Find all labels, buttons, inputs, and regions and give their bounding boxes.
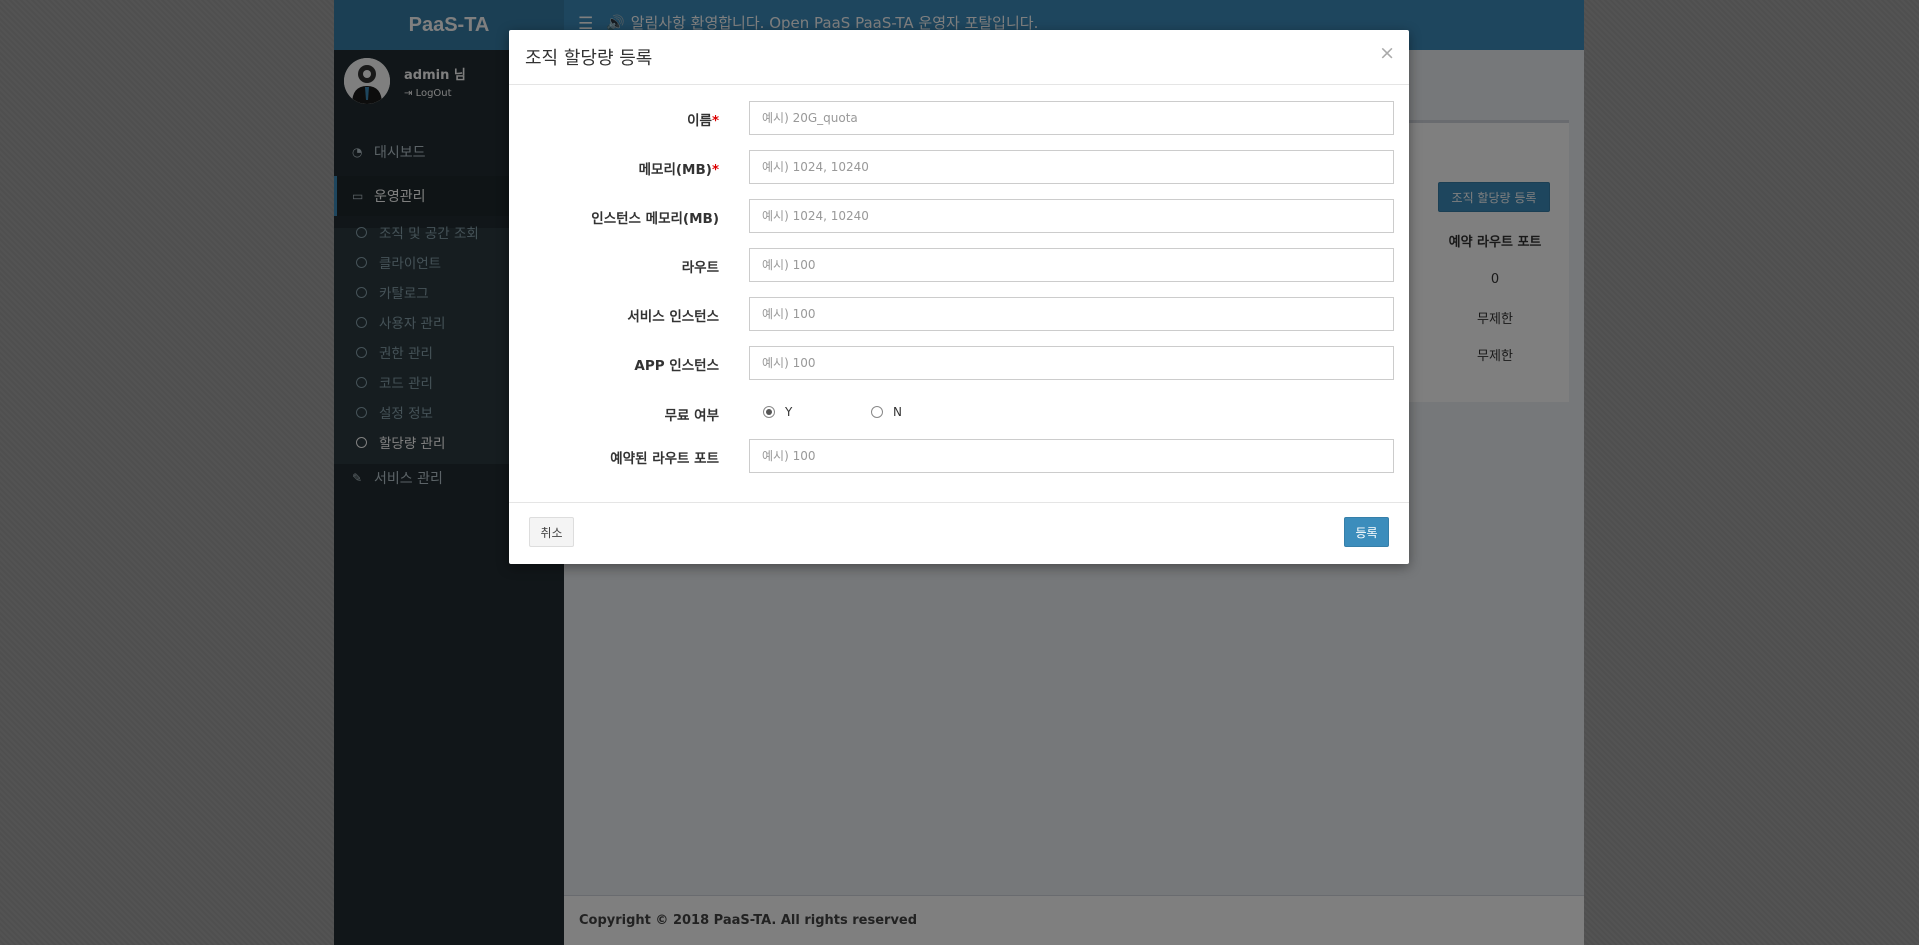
routes-label: 라우트 bbox=[682, 256, 719, 276]
required-mark: * bbox=[711, 113, 719, 129]
app-instances-label: APP 인스턴스 bbox=[634, 354, 719, 374]
free-label: 무료 여부 bbox=[664, 408, 719, 424]
modal-footer: 취소 등록 bbox=[509, 502, 1409, 564]
memory-label: 메모리(MB)* bbox=[639, 158, 719, 178]
routes-label-text: 라우트 bbox=[681, 260, 719, 276]
reserved-ports-input[interactable] bbox=[749, 439, 1394, 473]
form-row-routes: 라우트 bbox=[509, 247, 1409, 283]
radio-label: Y bbox=[785, 405, 793, 419]
instance-memory-label-text: 인스턴스 메모리(MB) bbox=[591, 211, 719, 227]
app-instances-input[interactable] bbox=[749, 346, 1394, 380]
form-row-free: 무료 여부 Y N bbox=[509, 395, 1409, 431]
form-row-app-instances: APP 인스턴스 bbox=[509, 345, 1409, 381]
name-input[interactable] bbox=[749, 101, 1394, 135]
name-label: 이름* bbox=[687, 109, 719, 129]
reserved-ports-label: 예약된 라우트 포트 bbox=[610, 451, 719, 467]
memory-label-text: 메모리(MB) bbox=[638, 162, 712, 178]
service-instances-label-text: 서비스 인스턴스 bbox=[627, 309, 719, 325]
radio-button[interactable] bbox=[763, 406, 775, 418]
instance-memory-input[interactable] bbox=[749, 199, 1394, 233]
form-row-service-instances: 서비스 인스턴스 bbox=[509, 296, 1409, 332]
radio-button[interactable] bbox=[871, 406, 883, 418]
close-icon[interactable]: × bbox=[1379, 42, 1395, 64]
cancel-button[interactable]: 취소 bbox=[529, 517, 574, 547]
routes-input[interactable] bbox=[749, 248, 1394, 282]
form-row-instance-memory: 인스턴스 메모리(MB) bbox=[509, 198, 1409, 234]
app-instances-label-text: APP 인스턴스 bbox=[634, 358, 719, 374]
form-row-name: 이름* bbox=[509, 100, 1409, 136]
service-instances-label: 서비스 인스턴스 bbox=[627, 305, 719, 325]
form-row-memory: 메모리(MB)* bbox=[509, 149, 1409, 185]
name-label-text: 이름 bbox=[687, 113, 712, 129]
org-quota-modal: 조직 할당량 등록 × 이름* 메모리(MB)* 인스턴스 메모리(MB) 라우… bbox=[509, 30, 1409, 564]
submit-button[interactable]: 등록 bbox=[1344, 517, 1389, 547]
instance-memory-label: 인스턴스 메모리(MB) bbox=[591, 207, 719, 227]
radio-free-no[interactable]: N bbox=[871, 405, 902, 419]
memory-input[interactable] bbox=[749, 150, 1394, 184]
radio-label: N bbox=[893, 405, 902, 419]
form-row-reserved-ports: 예약된 라우트 포트 bbox=[509, 438, 1409, 474]
modal-title: 조직 할당량 등록 bbox=[525, 48, 653, 69]
radio-free-yes[interactable]: Y bbox=[763, 405, 792, 419]
modal-header: 조직 할당량 등록 × bbox=[509, 30, 1409, 85]
service-instances-input[interactable] bbox=[749, 297, 1394, 331]
required-mark: * bbox=[711, 162, 719, 178]
